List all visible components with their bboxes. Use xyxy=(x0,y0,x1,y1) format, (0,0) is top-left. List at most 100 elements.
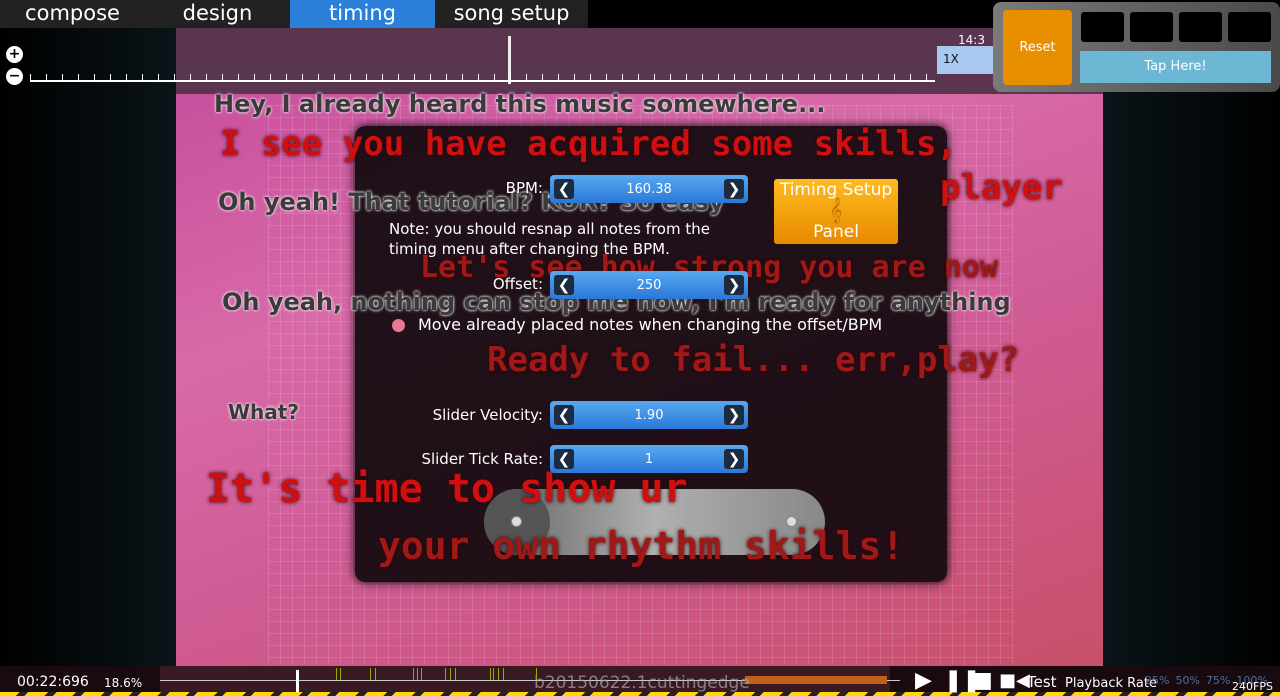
tap-indicator xyxy=(1130,12,1173,42)
tick-increase-button[interactable]: ❯ xyxy=(724,449,744,469)
ruler-tick xyxy=(446,74,447,80)
timing-point-marker xyxy=(498,668,499,680)
ruler-tick xyxy=(78,74,79,80)
ruler-tick xyxy=(462,74,463,80)
ruler-tick xyxy=(398,74,399,80)
tab-design[interactable]: design xyxy=(145,0,290,28)
timing-point-marker xyxy=(503,668,504,680)
ruler-tick xyxy=(798,74,799,80)
offset-decrease-button[interactable]: ❮ xyxy=(554,275,574,295)
timeline-ruler[interactable] xyxy=(30,74,935,82)
ruler-tick xyxy=(430,74,431,80)
rate-50[interactable]: 50% xyxy=(1175,674,1199,687)
camera-icon[interactable]: ■◀ xyxy=(999,671,1030,691)
timing-point-marker xyxy=(375,668,376,680)
ruler-tick xyxy=(270,74,271,80)
song-progress: 18.6% xyxy=(104,676,143,690)
ruler-tick xyxy=(110,74,111,80)
timing-setup-panel-button[interactable]: Timing Setup 𝄞 Panel xyxy=(774,179,898,244)
ruler-tick xyxy=(382,74,383,80)
zoom-out-button[interactable]: − xyxy=(6,68,23,85)
tab-timing[interactable]: timing xyxy=(290,0,435,28)
reset-button[interactable]: Reset xyxy=(1003,10,1072,85)
ruler-tick xyxy=(30,74,31,80)
slider-velocity-label: Slider Velocity: xyxy=(432,406,543,424)
ruler-tick xyxy=(478,74,479,80)
bpm-value[interactable]: 160.38 xyxy=(574,182,724,197)
offset-label: Offset: xyxy=(492,275,543,293)
timeline-cursor[interactable] xyxy=(508,36,511,84)
ruler-tick xyxy=(622,74,623,80)
ruler-tick xyxy=(894,74,895,80)
mode-tabs: compose design timing song setup xyxy=(0,0,588,28)
tab-song-setup[interactable]: song setup xyxy=(435,0,588,28)
seekbar-head[interactable] xyxy=(296,670,299,692)
break-section xyxy=(745,676,887,684)
ruler-tick xyxy=(222,74,223,80)
panel-label: Panel xyxy=(813,222,859,242)
tap-here-button[interactable]: Tap Here! xyxy=(1080,51,1271,83)
ruler-tick xyxy=(350,74,351,80)
rate-25[interactable]: 25% xyxy=(1145,674,1169,687)
offset-spinner: ❮ 250 ❯ xyxy=(550,271,748,299)
timing-point-marker xyxy=(445,668,446,680)
test-button[interactable]: Test xyxy=(1027,673,1057,691)
timing-point-marker xyxy=(370,668,371,680)
ruler-tick xyxy=(718,74,719,80)
ruler-tick xyxy=(494,74,495,80)
ruler-tick xyxy=(526,74,527,80)
ruler-tick xyxy=(862,74,863,80)
play-button[interactable]: ▶ xyxy=(915,670,932,692)
sv-increase-button[interactable]: ❯ xyxy=(724,405,744,425)
ruler-tick xyxy=(814,74,815,80)
timing-point-marker xyxy=(336,668,337,680)
move-notes-label[interactable]: Move already placed notes when changing … xyxy=(418,315,882,334)
ruler-tick xyxy=(638,74,639,80)
playback-rate-label: Playback Rate xyxy=(1065,676,1157,691)
bpm-increase-button[interactable]: ❯ xyxy=(724,179,744,199)
sv-value[interactable]: 1.90 xyxy=(574,408,724,423)
timing-point-marker xyxy=(493,668,494,680)
ruler-tick xyxy=(702,74,703,80)
timing-point-marker xyxy=(413,668,414,680)
ruler-tick xyxy=(414,74,415,80)
offset-increase-button[interactable]: ❯ xyxy=(724,275,744,295)
ruler-tick xyxy=(286,74,287,80)
ruler-tick xyxy=(670,74,671,80)
ruler-tick xyxy=(574,74,575,80)
tick-value[interactable]: 1 xyxy=(574,452,724,467)
rate-75[interactable]: 75% xyxy=(1206,674,1230,687)
timing-point-marker xyxy=(455,668,456,680)
tick-decrease-button[interactable]: ❮ xyxy=(554,449,574,469)
stop-button[interactable]: ■ xyxy=(972,670,993,692)
note-line: Note: you should resnap all notes from t… xyxy=(389,220,710,238)
ruler-tick xyxy=(910,74,911,80)
slider-velocity-marker[interactable]: 1X xyxy=(937,46,997,74)
move-notes-checkbox[interactable] xyxy=(392,319,405,332)
sv-decrease-button[interactable]: ❮ xyxy=(554,405,574,425)
metronome-icon: 𝄞 xyxy=(829,198,843,223)
ruler-tick xyxy=(590,74,591,80)
timing-point-marker xyxy=(450,668,451,680)
zoom-in-button[interactable]: + xyxy=(6,46,23,63)
lyric: your own rhythm skills! xyxy=(378,524,905,568)
ruler-tick xyxy=(558,74,559,80)
ruler-tick xyxy=(782,74,783,80)
bpm-decrease-button[interactable]: ❮ xyxy=(554,179,574,199)
ruler-tick xyxy=(238,74,239,80)
ruler-tick xyxy=(686,74,687,80)
current-time: 00:22:696 xyxy=(17,674,89,690)
slider-tick-rate-spinner: ❮ 1 ❯ xyxy=(550,445,748,473)
ruler-tick xyxy=(206,74,207,80)
ruler-tick xyxy=(302,74,303,80)
offset-value[interactable]: 250 xyxy=(574,278,724,293)
ruler-tick xyxy=(926,74,927,80)
ruler-tick xyxy=(318,74,319,80)
timing-point-marker xyxy=(417,668,418,680)
ruler-tick xyxy=(174,74,175,80)
bpm-label: BPM: xyxy=(505,179,543,197)
ruler-tick xyxy=(190,74,191,80)
tab-compose[interactable]: compose xyxy=(0,0,145,28)
right-margin xyxy=(1103,28,1280,666)
lyric: Ready to fail... err,play? xyxy=(487,340,1020,380)
